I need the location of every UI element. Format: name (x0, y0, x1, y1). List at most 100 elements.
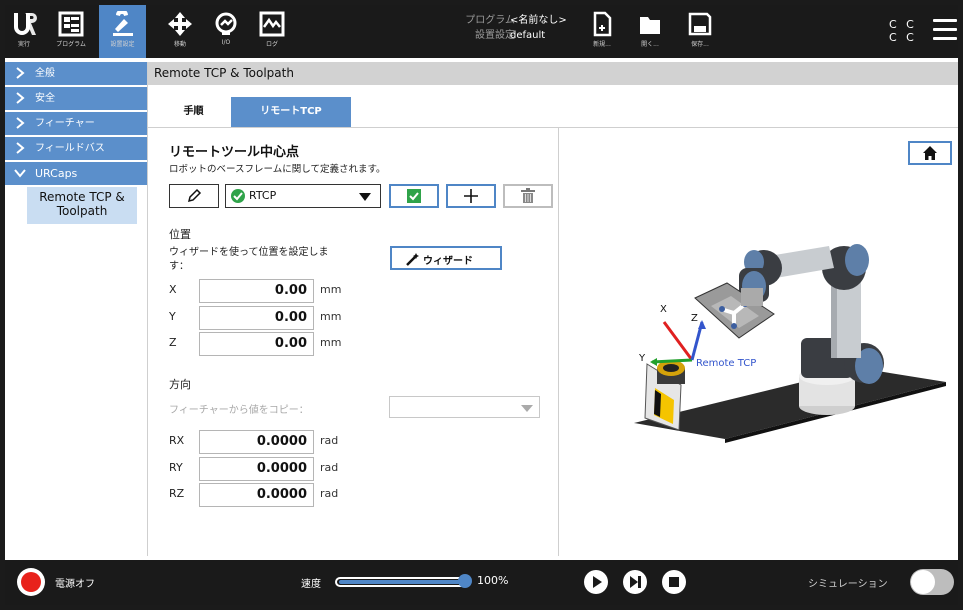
tcp-select[interactable]: RTCP (225, 184, 381, 208)
sidebar-item-general[interactable]: 全般 (5, 62, 147, 85)
simulation-toggle[interactable] (910, 569, 954, 595)
axis-label-rx: RX (169, 434, 185, 447)
check-square-icon (407, 189, 421, 203)
program-icon (58, 11, 84, 37)
axis-label-x: X (169, 283, 177, 296)
page-title: Remote TCP & Toolpath (148, 62, 958, 85)
power-status-label: 電源オフ (55, 579, 95, 590)
z-position-field[interactable]: 0.00 (199, 332, 314, 356)
rx-orientation-field[interactable]: 0.0000 (199, 430, 314, 454)
program-label: プログラム (465, 15, 515, 26)
program-info-values: <名前なし> default (510, 13, 567, 43)
rz-orientation-field[interactable]: 0.0000 (199, 483, 314, 507)
hamburger-menu-icon[interactable] (933, 19, 957, 41)
dropdown-arrow-icon (359, 193, 371, 201)
remote-tcp-label: Remote TCP (696, 358, 757, 369)
chevron-right-icon (16, 67, 25, 79)
axis-label-z: Z (169, 336, 177, 349)
sidebar: 全般 安全 フィーチャー フィールドバス URCaps Remote TCP &… (5, 62, 148, 556)
dropdown-arrow-icon (521, 405, 533, 412)
wizard-button[interactable]: ウィザード (390, 246, 502, 270)
wizard-text-line1: ウィザードを使って位置を設定しま (169, 247, 329, 258)
tab-run[interactable]: 実行 (5, 5, 43, 58)
copy-from-feature-label: フィーチャーから値をコピー： (169, 405, 309, 416)
axis-label-rz: RZ (169, 487, 185, 500)
remote-tcp-settings-panel: リモートツール中心点 ロボットのベースフレームに関して定義されます。 RTCP (148, 127, 558, 556)
step-button[interactable] (623, 570, 647, 594)
y-unit: mm (320, 310, 342, 323)
add-button[interactable] (446, 184, 496, 208)
rz-unit: rad (320, 487, 339, 500)
x-unit: mm (320, 283, 342, 296)
speed-slider[interactable] (335, 574, 472, 588)
z-unit: mm (320, 336, 342, 349)
section-title: リモートツール中心点 (169, 145, 300, 160)
set-active-button[interactable] (389, 184, 439, 208)
play-button[interactable] (584, 570, 608, 594)
axis-label-y: Y (169, 310, 176, 323)
sidebar-item-features[interactable]: フィーチャー (5, 112, 147, 135)
io-icon (215, 12, 237, 35)
move-arrows-icon (168, 12, 192, 36)
delete-button[interactable] (503, 184, 553, 208)
sidebar-item-fieldbus[interactable]: フィールドバス (5, 137, 147, 160)
tab-log[interactable]: ログ (251, 5, 293, 58)
speed-slider-knob[interactable] (458, 574, 472, 588)
sidebar-subitem-remote-tcp[interactable]: Remote TCP & Toolpath (27, 187, 137, 224)
tab-program[interactable]: プログラム (45, 5, 97, 58)
log-icon (259, 11, 285, 37)
axis-y-label: Y (639, 353, 646, 364)
tab-remote-tcp[interactable]: リモートTCP (231, 97, 351, 127)
tab-installation[interactable]: 設置設定 (99, 5, 146, 58)
copy-from-feature-select[interactable] (389, 396, 540, 418)
sidebar-item-urcaps[interactable]: URCaps (5, 162, 147, 185)
program-info-labels: プログラム 設置設定 (445, 13, 515, 43)
tcp-select-value: RTCP (249, 189, 277, 202)
home-view-button[interactable] (908, 141, 952, 165)
wizard-text-line2: す： (169, 261, 189, 272)
section-description: ロボットのベースフレームに関して定義されます。 (169, 164, 386, 175)
x-position-field[interactable]: 0.00 (199, 279, 314, 303)
axis-label-ry: RY (169, 461, 183, 474)
tab-move[interactable]: 移動 (159, 5, 201, 58)
y-position-field[interactable]: 0.00 (199, 306, 314, 330)
ry-orientation-field[interactable]: 0.0000 (199, 457, 314, 481)
chevron-right-icon (16, 142, 25, 154)
rx-unit: rad (320, 434, 339, 447)
speed-value: 100% (477, 574, 509, 587)
edit-button[interactable] (169, 184, 219, 208)
tab-procedure[interactable]: 手順 (156, 97, 231, 127)
sidebar-item-safety[interactable]: 安全 (5, 87, 147, 110)
power-indicator-icon (21, 572, 41, 592)
robot-scene (634, 244, 946, 443)
new-file-icon (593, 11, 612, 37)
save-button[interactable]: 保存... (685, 5, 715, 58)
robot-3d-view[interactable]: X Y Z Remote TCP (559, 127, 958, 556)
step-icon (630, 576, 641, 588)
orientation-heading: 方向 (169, 378, 191, 391)
stop-button[interactable] (662, 570, 686, 594)
new-button[interactable]: 新規... (587, 5, 617, 58)
plus-icon (464, 189, 478, 203)
folder-icon (640, 17, 660, 34)
bottom-bar: 電源オフ 速度 100% シミュレーション (5, 560, 958, 605)
installation-icon (112, 11, 133, 36)
simulation-toggle-knob (911, 570, 935, 594)
power-button[interactable] (17, 568, 45, 596)
wizard-button-label: ウィザード (423, 256, 473, 267)
ry-unit: rad (320, 461, 339, 474)
fixture-stand (644, 363, 682, 431)
top-toolbar: 実行 プログラム 設置設定 移動 I/O ログ プログラム 設置設定 <名前なし… (5, 5, 958, 58)
simulation-label: シミュレーション (808, 579, 888, 590)
open-button[interactable]: 開く... (635, 5, 665, 58)
magic-wand-icon (406, 253, 419, 266)
axis-z-label: Z (691, 313, 698, 324)
gripper-plate (694, 282, 775, 339)
position-heading: 位置 (169, 228, 191, 241)
tab-io[interactable]: I/O (205, 5, 247, 58)
cc-indicator: C C C C (889, 18, 917, 44)
installation-name: default (510, 30, 546, 41)
trash-icon (521, 188, 535, 203)
app-window: 実行 プログラム 設置設定 移動 I/O ログ プログラム 設置設定 <名前なし… (5, 5, 958, 605)
speed-slider-fill (339, 580, 466, 584)
